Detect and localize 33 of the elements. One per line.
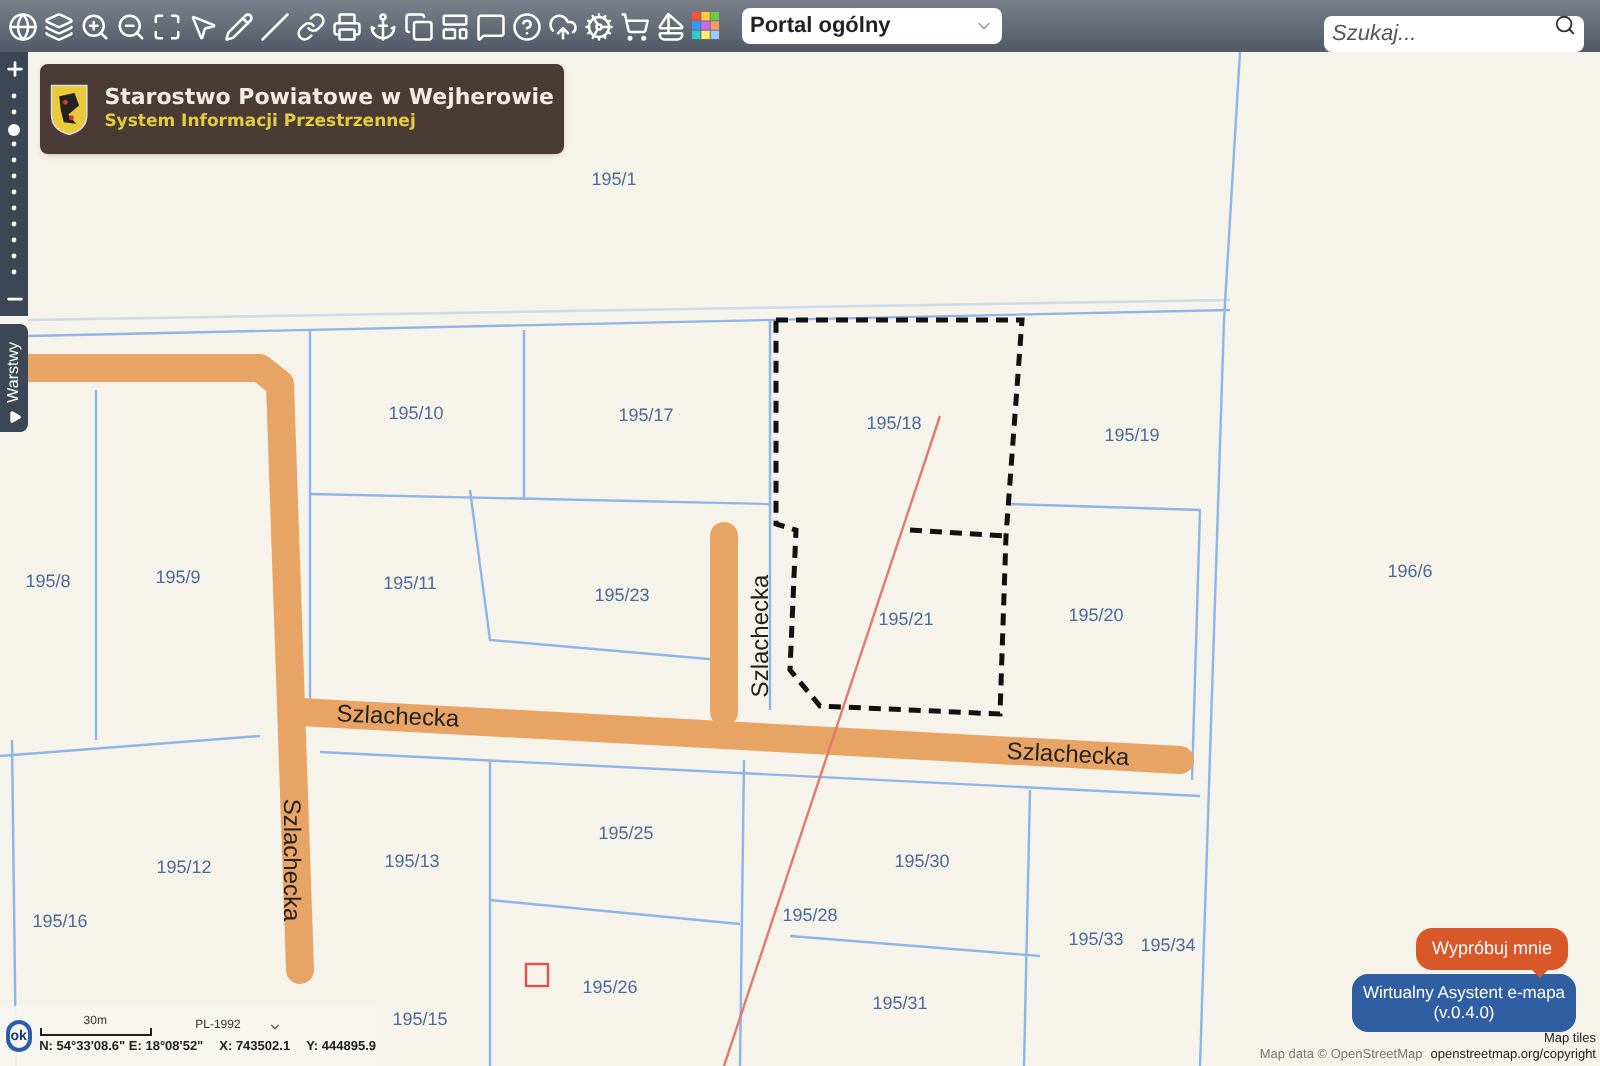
street-name: Szlachecka [748, 574, 772, 698]
parcel-number: 195/33 [1068, 931, 1124, 949]
parcel-number: 195/16 [32, 913, 88, 931]
parcel-number: 195/17 [618, 407, 674, 425]
parcel-number: 195/10 [388, 405, 444, 423]
parcel-number: 195/1 [591, 171, 637, 189]
parcel-number: 195/18 [866, 415, 922, 433]
parcel-number: 195/12 [156, 859, 212, 877]
parcel-number: 195/9 [155, 569, 201, 587]
header-title: Starostwo Powiatowe w Wejherowie [104, 86, 554, 109]
parcel-number: 195/25 [598, 825, 654, 843]
parcel-number: 195/34 [1140, 937, 1196, 955]
street-name: Szlachecka [280, 798, 304, 922]
parcel-number: 195/31 [872, 995, 928, 1013]
search-field[interactable]: Szukaj... [1324, 16, 1584, 52]
header-subtitle: System Informacji Przestrzennej [104, 114, 418, 132]
parcel-number: 195/26 [582, 979, 638, 997]
parcel-number: 195/8 [25, 573, 71, 591]
assistant-button[interactable]: Wirtualny Asystent e-mapa (v.0.4.0) [1352, 973, 1576, 1032]
parcel-number: 195/28 [782, 907, 838, 925]
parcel-number: 195/20 [1068, 607, 1124, 625]
parcel-number: 196/6 [1387, 563, 1433, 581]
street-name: Szlachecka [1006, 738, 1130, 770]
parcel-number: 195/23 [594, 587, 650, 605]
layers-tab[interactable]: Warstwy [0, 324, 28, 432]
parcel-number: 195/21 [878, 611, 934, 629]
parcel-number: 195/11 [383, 575, 437, 593]
parcel-number: 195/13 [384, 853, 440, 871]
parcel-number: 195/15 [392, 1011, 448, 1029]
parcel-number: 195/30 [894, 853, 950, 871]
parcel-number: 195/19 [1104, 427, 1160, 445]
portal-select[interactable]: Portal ogólny [742, 8, 1002, 44]
street-name: Szlachecka [336, 701, 460, 731]
